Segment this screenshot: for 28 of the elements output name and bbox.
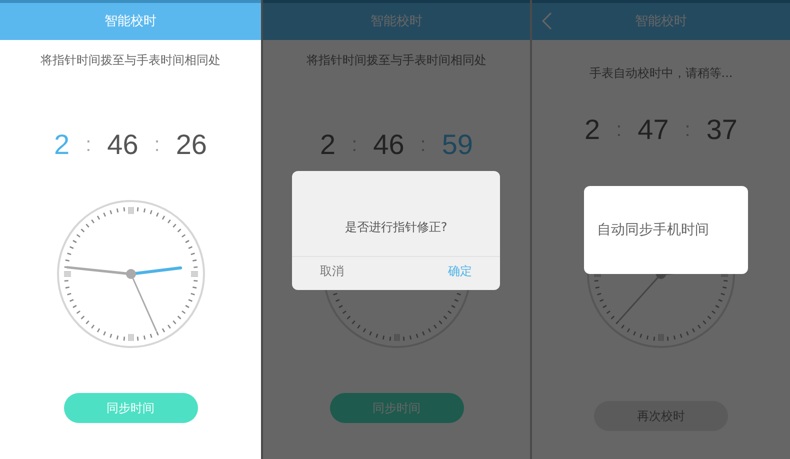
time-separator: : [154,135,160,155]
instruction-text: 将指针时间拨至与手表时间相同处 [40,52,222,69]
dialog-message: 是否进行指针修正? [344,219,448,236]
time-digits[interactable]: 46 [107,131,138,159]
time-separator: : [420,135,426,155]
back-icon[interactable] [542,12,552,30]
time-separator: : [616,120,622,140]
time-digits[interactable]: 59 [442,131,473,159]
time-separator: : [684,120,690,140]
time-separator: : [352,135,358,155]
time-digits[interactable]: 26 [176,131,207,159]
toast-message: 自动同步手机时间 [597,220,709,240]
instruction-text: 手表自动校时中，请稍等... [588,65,734,82]
screen-title: 智能校时 [370,12,422,31]
time-separator: : [86,135,92,155]
screen-title: 智能校时 [635,12,687,31]
sync-button[interactable]: 同步时间 [64,393,198,423]
time-digits[interactable]: 2 [584,116,600,144]
instruction-text: 将指针时间拨至与手表时间相同处 [306,52,488,69]
time-digits[interactable]: 47 [638,116,669,144]
confirm-button[interactable]: 确定 [442,260,478,282]
sync-button[interactable]: 同步时间 [330,393,464,423]
time-digits[interactable]: 2 [54,131,70,159]
time-digits[interactable]: 2 [320,131,336,159]
cancel-button[interactable]: 取消 [314,260,350,282]
screen-title: 智能校时 [104,12,156,31]
time-digits[interactable]: 37 [706,116,738,144]
time-digits[interactable]: 46 [373,131,404,159]
